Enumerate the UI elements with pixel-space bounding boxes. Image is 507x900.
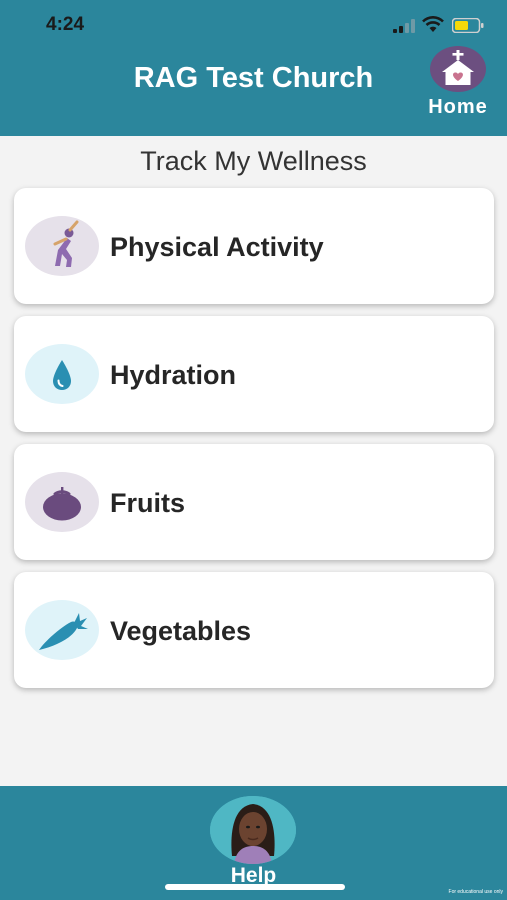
assistant-avatar[interactable] xyxy=(210,796,296,864)
signal-icon xyxy=(393,19,415,33)
wifi-icon xyxy=(422,16,444,32)
fruit-icon xyxy=(25,472,99,532)
hydration-card[interactable]: Hydration xyxy=(14,316,494,432)
stretching-person-icon xyxy=(25,216,99,276)
home-label: Home xyxy=(428,96,488,118)
card-label: Vegetables xyxy=(110,616,252,646)
fruits-card[interactable]: Fruits xyxy=(14,444,494,560)
section-title: Track My Wellness xyxy=(140,146,367,176)
app-header: 4:24 RAG Test Church Home xyxy=(0,0,507,136)
physical-activity-card[interactable]: Physical Activity xyxy=(14,188,494,304)
fine-print: For educational use only xyxy=(448,889,503,895)
carrot-icon xyxy=(25,600,99,660)
status-time: 4:24 xyxy=(46,14,85,35)
card-label: Fruits xyxy=(110,488,186,518)
home-button[interactable]: Home xyxy=(418,44,498,122)
battery-icon xyxy=(452,18,484,33)
card-label: Hydration xyxy=(110,360,237,390)
home-indicator xyxy=(165,884,345,890)
water-drop-icon xyxy=(25,344,99,404)
card-label: Physical Activity xyxy=(110,232,324,262)
church-home-icon xyxy=(430,46,486,92)
status-bar: 4:24 xyxy=(0,0,507,50)
vegetables-card[interactable]: Vegetables xyxy=(14,572,494,688)
